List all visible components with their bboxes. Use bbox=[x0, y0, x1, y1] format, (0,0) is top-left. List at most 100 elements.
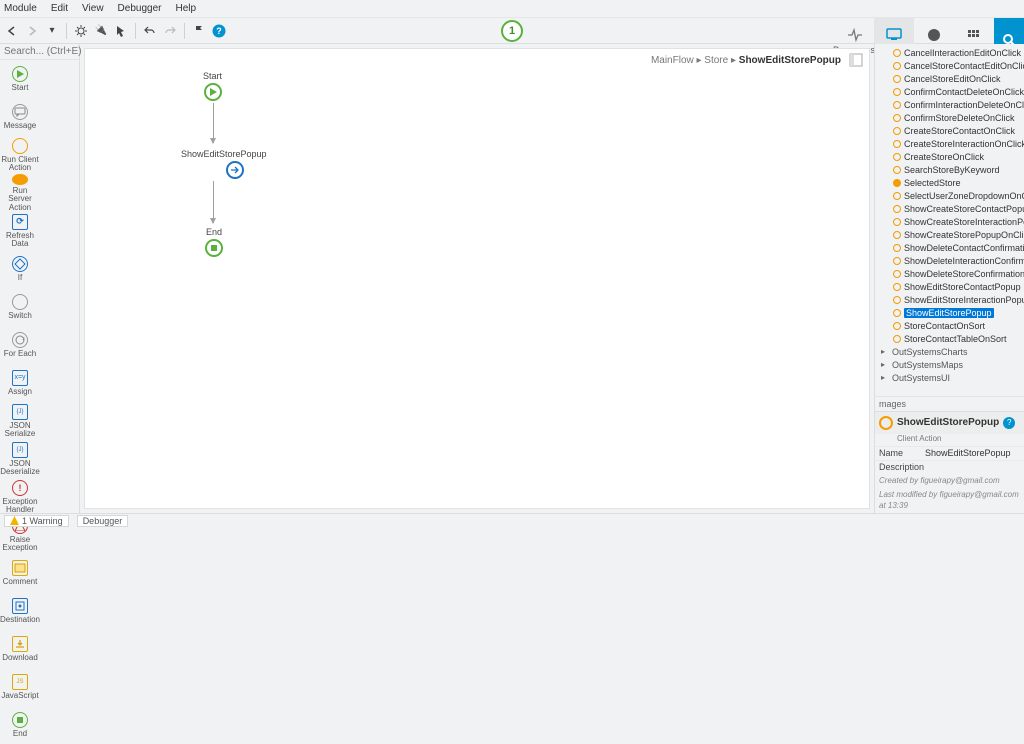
prop-row-name[interactable]: NameShowEditStorePopup bbox=[875, 446, 1024, 460]
plug-icon[interactable]: 🔌 bbox=[93, 23, 109, 39]
flag-icon[interactable] bbox=[191, 23, 207, 39]
status-debugger[interactable]: Debugger bbox=[77, 515, 129, 527]
pointer-icon[interactable] bbox=[113, 23, 129, 39]
action-icon bbox=[893, 127, 901, 135]
widget-json-deserialize[interactable]: {J}JSON Deserialize bbox=[0, 440, 40, 478]
widget-message[interactable]: Message bbox=[0, 98, 40, 136]
tree-footer: mages bbox=[875, 396, 1024, 411]
menu-bar: Module Edit View Debugger Help bbox=[0, 0, 1024, 18]
widget-if[interactable]: If bbox=[0, 250, 40, 288]
tree-item[interactable]: ShowDeleteInteractionConfirmationPopup bbox=[875, 254, 1024, 267]
tree-item[interactable]: ShowEditStorePopup bbox=[875, 306, 1024, 319]
tree-item[interactable]: CreateStoreOnClick bbox=[875, 150, 1024, 163]
widget-download[interactable]: Download bbox=[0, 630, 40, 668]
tree-item[interactable]: CancelInteractionEditOnClick bbox=[875, 46, 1024, 59]
prop-help-icon[interactable]: ? bbox=[1003, 417, 1015, 429]
forward-button[interactable] bbox=[24, 23, 40, 39]
tree-item[interactable]: ShowCreateStoreContactPopupOnClick bbox=[875, 202, 1024, 215]
tree-item[interactable]: ShowCreateStorePopupOnClick bbox=[875, 228, 1024, 241]
widget-for-each[interactable]: For Each bbox=[0, 326, 40, 364]
tree-item[interactable]: StoreContactOnSort bbox=[875, 319, 1024, 332]
tree-group[interactable]: ▸OutSystemsMaps bbox=[875, 358, 1024, 371]
action-icon bbox=[893, 75, 901, 83]
tree-item[interactable]: ShowEditStoreInteractionPopup bbox=[875, 293, 1024, 306]
node-label: ShowEditStorePopup bbox=[181, 149, 267, 159]
dock-icon[interactable] bbox=[849, 53, 865, 69]
action-icon bbox=[893, 166, 901, 174]
breadcrumb: MainFlow ▸ Store ▸ ShowEditStorePopup bbox=[651, 55, 841, 66]
flow-canvas[interactable]: MainFlow ▸ Store ▸ ShowEditStorePopup St… bbox=[84, 48, 870, 509]
tree-group[interactable]: ▸OutSystemsCharts bbox=[875, 345, 1024, 358]
main-toolbar: ▾ 🔌 ? 1 Processes Interface Logic Data bbox=[0, 18, 1024, 44]
tree-item[interactable]: CancelStoreEditOnClick bbox=[875, 72, 1024, 85]
flow-action-node[interactable]: ShowEditStorePopup bbox=[181, 149, 267, 179]
action-icon bbox=[893, 322, 901, 330]
widget-refresh-data[interactable]: ⟳Refresh Data bbox=[0, 212, 40, 250]
tree-item[interactable]: CreateStoreContactOnClick bbox=[875, 124, 1024, 137]
tree-item[interactable]: ShowDeleteStoreConfirmationPopupOnClick bbox=[875, 267, 1024, 280]
tree-item[interactable]: ShowEditStoreContactPopup bbox=[875, 280, 1024, 293]
status-warnings[interactable]: 1 Warning bbox=[4, 515, 69, 527]
widget-destination[interactable]: Destination bbox=[0, 592, 40, 630]
action-icon bbox=[893, 179, 901, 187]
help-icon[interactable]: ? bbox=[211, 23, 227, 39]
menu-debugger[interactable]: Debugger bbox=[118, 3, 162, 14]
menu-edit[interactable]: Edit bbox=[51, 3, 68, 14]
action-icon bbox=[893, 244, 901, 252]
undo-icon[interactable] bbox=[142, 23, 158, 39]
action-icon bbox=[893, 335, 901, 343]
widget-end[interactable]: End bbox=[0, 706, 40, 744]
dropdown-nav[interactable]: ▾ bbox=[44, 23, 60, 39]
prop-meta-created: Created by figueirapy@gmail.com bbox=[875, 474, 1024, 488]
svg-text:?: ? bbox=[216, 26, 222, 36]
menu-view[interactable]: View bbox=[82, 3, 104, 14]
flow-start-node[interactable]: Start bbox=[203, 71, 222, 101]
menu-help[interactable]: Help bbox=[175, 3, 196, 14]
back-button[interactable] bbox=[4, 23, 20, 39]
flow-end-node[interactable]: End bbox=[205, 227, 223, 257]
tree-item[interactable]: ShowDeleteContactConfirmationPopup bbox=[875, 241, 1024, 254]
prop-row-description[interactable]: Description bbox=[875, 460, 1024, 474]
tree-item[interactable]: SearchStoreByKeyword bbox=[875, 163, 1024, 176]
widget-javascript[interactable]: JSJavaScript bbox=[0, 668, 40, 706]
action-icon bbox=[893, 296, 901, 304]
action-icon bbox=[893, 153, 901, 161]
publish-badge[interactable]: 1 bbox=[501, 20, 523, 42]
prop-subtitle: Client Action bbox=[875, 434, 1024, 446]
tree-item[interactable]: ConfirmInteractionDeleteOnClick bbox=[875, 98, 1024, 111]
action-icon bbox=[893, 140, 901, 148]
right-panel: CancelInteractionEditOnClickCancelStoreC… bbox=[874, 44, 1024, 513]
widget-run-client-action[interactable]: Run Client Action bbox=[0, 136, 40, 174]
widget-run-server-action[interactable]: Run Server Action bbox=[0, 174, 40, 212]
status-bar: 1 Warning Debugger bbox=[0, 513, 1024, 527]
tree-item[interactable]: ConfirmContactDeleteOnClick bbox=[875, 85, 1024, 98]
action-icon bbox=[893, 205, 901, 213]
settings-icon[interactable] bbox=[73, 23, 89, 39]
tree-item[interactable]: ShowCreateStoreInteractionPopupOnClick bbox=[875, 215, 1024, 228]
widget-comment[interactable]: Comment bbox=[0, 554, 40, 592]
tree-item[interactable]: StoreContactTableOnSort bbox=[875, 332, 1024, 345]
action-icon bbox=[893, 88, 901, 96]
widget-json-serialize[interactable]: {J}JSON Serialize bbox=[0, 402, 40, 440]
properties-panel: ShowEditStorePopup ? Client Action NameS… bbox=[875, 411, 1024, 513]
tree-item[interactable]: ConfirmStoreDeleteOnClick bbox=[875, 111, 1024, 124]
redo-icon[interactable] bbox=[162, 23, 178, 39]
menu-module[interactable]: Module bbox=[4, 3, 37, 14]
tree-item[interactable]: CancelStoreContactEditOnClick bbox=[875, 59, 1024, 72]
tree-item[interactable]: SelectUserZoneDropdownOnChange bbox=[875, 189, 1024, 202]
widget-switch[interactable]: Switch bbox=[0, 288, 40, 326]
action-icon bbox=[893, 257, 901, 265]
action-icon bbox=[893, 231, 901, 239]
action-icon bbox=[893, 49, 901, 57]
tree-item[interactable]: CreateStoreInteractionOnClick bbox=[875, 137, 1024, 150]
action-icon bbox=[893, 192, 901, 200]
tree-item[interactable]: SelectedStore bbox=[875, 176, 1024, 189]
widget-toolbox: ◀ StartMessageRun Client ActionRun Serve… bbox=[0, 44, 80, 513]
action-icon bbox=[893, 101, 901, 109]
widget-exception-handler[interactable]: !Exception Handler bbox=[0, 478, 40, 516]
widget-start[interactable]: Start bbox=[0, 60, 40, 98]
widget-assign[interactable]: x=yAssign bbox=[0, 364, 40, 402]
action-icon bbox=[893, 309, 901, 317]
element-tree[interactable]: CancelInteractionEditOnClickCancelStoreC… bbox=[875, 44, 1024, 396]
tree-group[interactable]: ▸OutSystemsUI bbox=[875, 371, 1024, 384]
